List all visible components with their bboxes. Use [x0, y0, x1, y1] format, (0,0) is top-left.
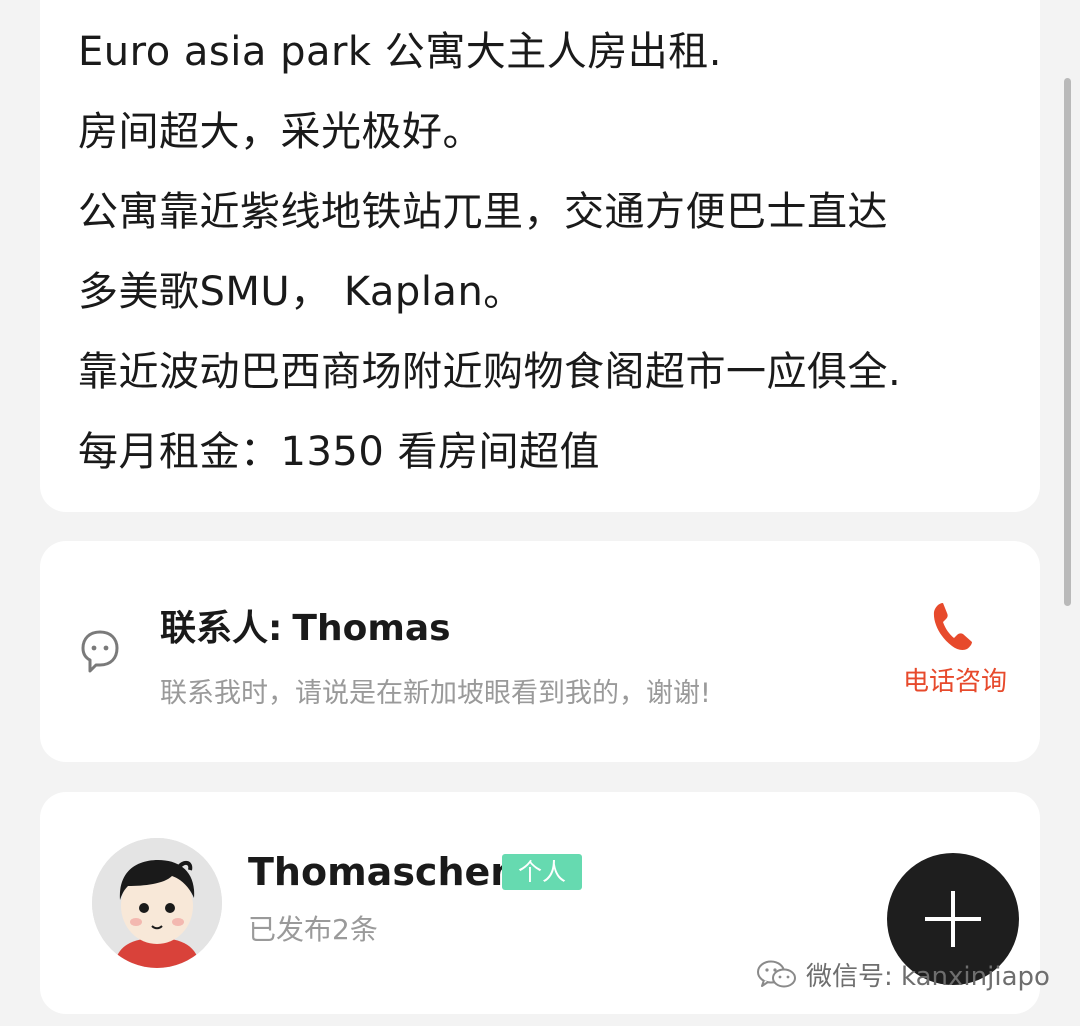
poster-type-badge: 个人: [502, 854, 582, 890]
chat-bubble-icon: [81, 630, 119, 673]
poster-name[interactable]: Thomaschen: [248, 850, 517, 894]
phone-icon: [933, 603, 972, 650]
watermark: 微信号: kanxinjiapo: [756, 956, 1050, 993]
listing-description-card: Euro asia park 公寓大主人房出租. 房间超大，采光极好。 公寓靠近…: [40, 0, 1040, 512]
description-line: 每月租金：1350 看房间超值: [78, 429, 601, 475]
cartoon-avatar-icon: [92, 838, 222, 968]
contact-label: 联系人:: [160, 608, 283, 649]
watermark-text: 微信号: kanxinjiapo: [806, 962, 1050, 992]
description-line: Euro asia park 公寓大主人房出租.: [78, 29, 723, 75]
description-line: 房间超大，采光极好。: [78, 109, 483, 155]
post-count: 已发布2条: [248, 913, 378, 946]
wechat-icon: [757, 960, 796, 987]
description-line: 多美歌SMU， Kaplan。: [78, 269, 524, 315]
description-line: 公寓靠近紫线地铁站兀里，交通方便巴士直达: [78, 189, 888, 235]
avatar[interactable]: [92, 838, 222, 968]
contact-name: 联系人: Thomas: [160, 599, 451, 651]
plus-icon: [925, 891, 981, 947]
contact-card: 联系人: Thomas 联系我时，请说是在新加坡眼看到我的，谢谢! 电话咨询: [40, 541, 1040, 762]
contact-hint: 联系我时，请说是在新加坡眼看到我的，谢谢!: [160, 678, 711, 709]
contact-name-value: Thomas: [292, 608, 451, 649]
description-line: 靠近波动巴西商场附近购物食阁超市一应俱全.: [78, 349, 902, 395]
scrollbar[interactable]: [1064, 78, 1071, 606]
phone-consult-button[interactable]: 电话咨询: [895, 599, 1015, 698]
phone-consult-label: 电话咨询: [902, 667, 1007, 697]
